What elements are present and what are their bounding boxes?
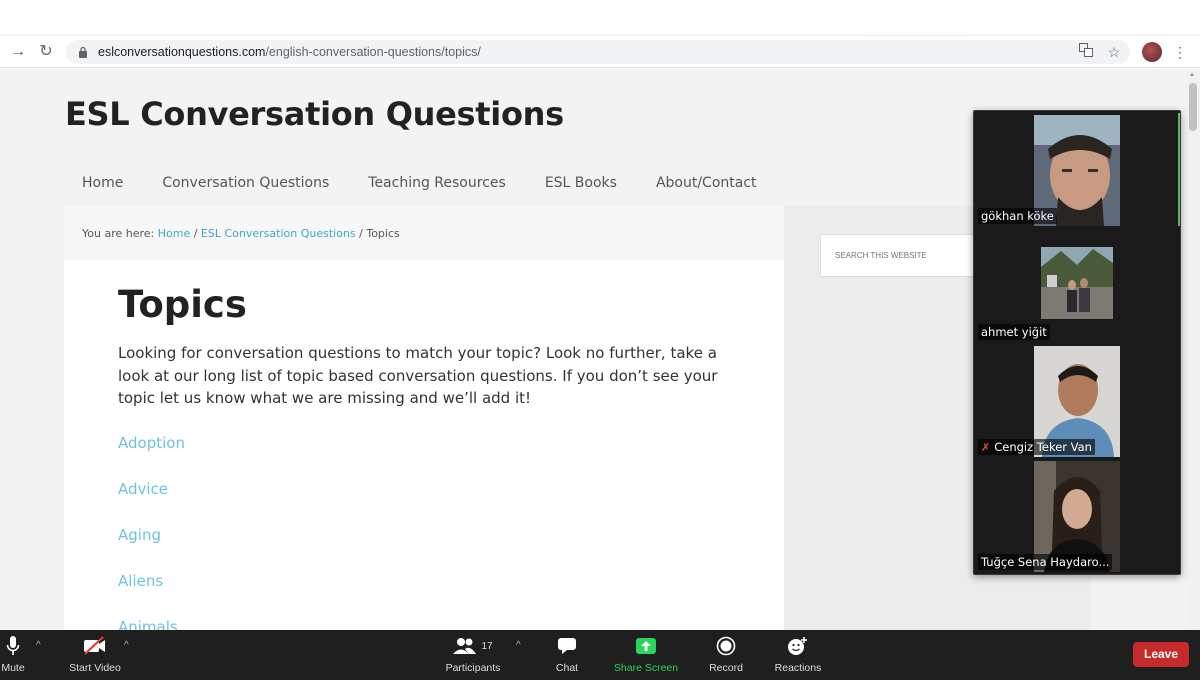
site-title[interactable]: ESL Conversation Questions	[65, 95, 564, 133]
breadcrumb-current: Topics	[366, 227, 400, 240]
participants-label: Participants	[445, 662, 501, 674]
search-box	[820, 234, 980, 277]
main-content: You are here: Home / ESL Conversation Qu…	[64, 206, 784, 630]
share-screen-icon	[612, 634, 680, 658]
nav-home[interactable]: Home	[82, 175, 123, 191]
start-video-label: Start Video	[69, 662, 121, 674]
breadcrumb-home-link[interactable]: Home	[158, 227, 190, 240]
url-host: eslconversationquestions.com	[98, 45, 266, 59]
leave-button[interactable]: Leave	[1133, 642, 1189, 667]
breadcrumb: You are here: Home / ESL Conversation Qu…	[82, 227, 400, 240]
intro-paragraph: Looking for conversation questions to ma…	[118, 344, 718, 407]
chat-button[interactable]: Chat	[548, 634, 586, 674]
reload-icon[interactable]: ↻	[36, 42, 56, 62]
forward-arrow-icon[interactable]: →	[8, 42, 28, 62]
muted-mic-icon: ✗	[981, 441, 991, 454]
mute-button[interactable]: Mute	[0, 634, 26, 674]
nav-about-contact[interactable]: About/Contact	[656, 175, 757, 191]
share-screen-button[interactable]: Share Screen	[612, 634, 680, 674]
nav-conversation-questions[interactable]: Conversation Questions	[162, 175, 329, 191]
record-label: Record	[709, 662, 743, 674]
participants-icon: 17	[442, 634, 504, 658]
page-title: Topics	[118, 283, 247, 326]
address-bar[interactable]: eslconversationquestions.com/english-con…	[66, 40, 1130, 64]
participant-tile[interactable]: Tuğçe Sena Haydaro...	[976, 459, 1180, 572]
mute-label: Mute	[1, 662, 25, 674]
topic-link-aging[interactable]: Aging	[118, 526, 161, 544]
audio-options-chevron-icon[interactable]: ^	[36, 640, 41, 651]
list-item: Advice	[118, 480, 185, 526]
scroll-up-icon[interactable]: ▲	[1189, 72, 1195, 78]
url-path: /english-conversation-questions/topics/	[265, 45, 481, 59]
topic-link-animals[interactable]: Animals	[118, 618, 178, 630]
participant-gallery[interactable]: gökhan köke ahmet yiğit ✗ Cengiz Teker Va…	[973, 110, 1181, 575]
list-item: Animals	[118, 618, 185, 630]
nav-esl-books[interactable]: ESL Books	[545, 175, 617, 191]
browser-toolbar: → ↻ eslconversationquestions.com/english…	[0, 36, 1200, 68]
lock-icon	[79, 46, 87, 58]
chat-bubble-icon	[548, 634, 586, 658]
participant-name: ahmet yiğit	[978, 324, 1050, 340]
url-text: eslconversationquestions.com/english-con…	[98, 45, 481, 59]
translate-icon[interactable]	[1076, 42, 1096, 62]
participant-count: 17	[481, 640, 493, 652]
video-off-icon	[66, 634, 124, 658]
participants-options-chevron-icon[interactable]: ^	[516, 640, 521, 651]
breadcrumb-separator: /	[355, 227, 367, 240]
smiley-plus-icon	[772, 634, 824, 658]
page-scrollbar[interactable]: ▲	[1186, 69, 1200, 630]
record-button[interactable]: Record	[706, 634, 746, 674]
video-options-chevron-icon[interactable]: ^	[124, 640, 129, 651]
participant-name: ✗ Cengiz Teker Van	[978, 439, 1095, 455]
search-input[interactable]	[821, 235, 979, 276]
participant-tile[interactable]: ✗ Cengiz Teker Van	[976, 344, 1180, 457]
reactions-button[interactable]: Reactions	[772, 634, 824, 674]
list-item: Aliens	[118, 572, 185, 618]
breadcrumb-separator: /	[190, 227, 201, 240]
participant-tile[interactable]: gökhan köke	[976, 113, 1180, 226]
nav-teaching-resources[interactable]: Teaching Resources	[368, 175, 506, 191]
breadcrumb-section-link[interactable]: ESL Conversation Questions	[201, 227, 356, 240]
participants-button[interactable]: 17 Participants	[442, 634, 504, 674]
participant-photo	[1041, 247, 1113, 319]
chat-label: Chat	[555, 662, 579, 674]
bookmark-star-icon[interactable]: ☆	[1104, 42, 1124, 62]
list-item: Adoption	[118, 434, 185, 480]
participant-tile[interactable]: ahmet yiğit	[976, 229, 1180, 342]
topic-link-advice[interactable]: Advice	[118, 480, 168, 498]
breadcrumb-bar: You are here: Home / ESL Conversation Qu…	[64, 206, 784, 260]
main-nav: Home Conversation Questions Teaching Res…	[82, 175, 796, 191]
browser-tab-strip	[0, 0, 1200, 36]
profile-avatar[interactable]	[1142, 42, 1162, 62]
reactions-label: Reactions	[774, 662, 822, 674]
topic-link-adoption[interactable]: Adoption	[118, 434, 185, 452]
menu-dots-icon[interactable]: ⋮	[1170, 42, 1190, 62]
topic-list: Adoption Advice Aging Aliens Animals	[118, 434, 185, 630]
list-item: Aging	[118, 526, 185, 572]
microphone-icon	[0, 634, 26, 658]
zoom-toolbar: Mute ^ Start Video ^ 17 Participants ^ C…	[0, 630, 1200, 680]
topic-link-aliens[interactable]: Aliens	[118, 572, 163, 590]
start-video-button[interactable]: Start Video	[66, 634, 124, 674]
participant-name: gökhan köke	[978, 208, 1057, 224]
participant-name-text: Cengiz Teker Van	[994, 440, 1092, 454]
breadcrumb-prefix: You are here:	[82, 227, 158, 240]
share-screen-label: Share Screen	[613, 662, 679, 674]
record-icon	[706, 634, 746, 658]
scroll-thumb[interactable]	[1189, 83, 1197, 131]
participant-name: Tuğçe Sena Haydaro...	[978, 554, 1113, 570]
